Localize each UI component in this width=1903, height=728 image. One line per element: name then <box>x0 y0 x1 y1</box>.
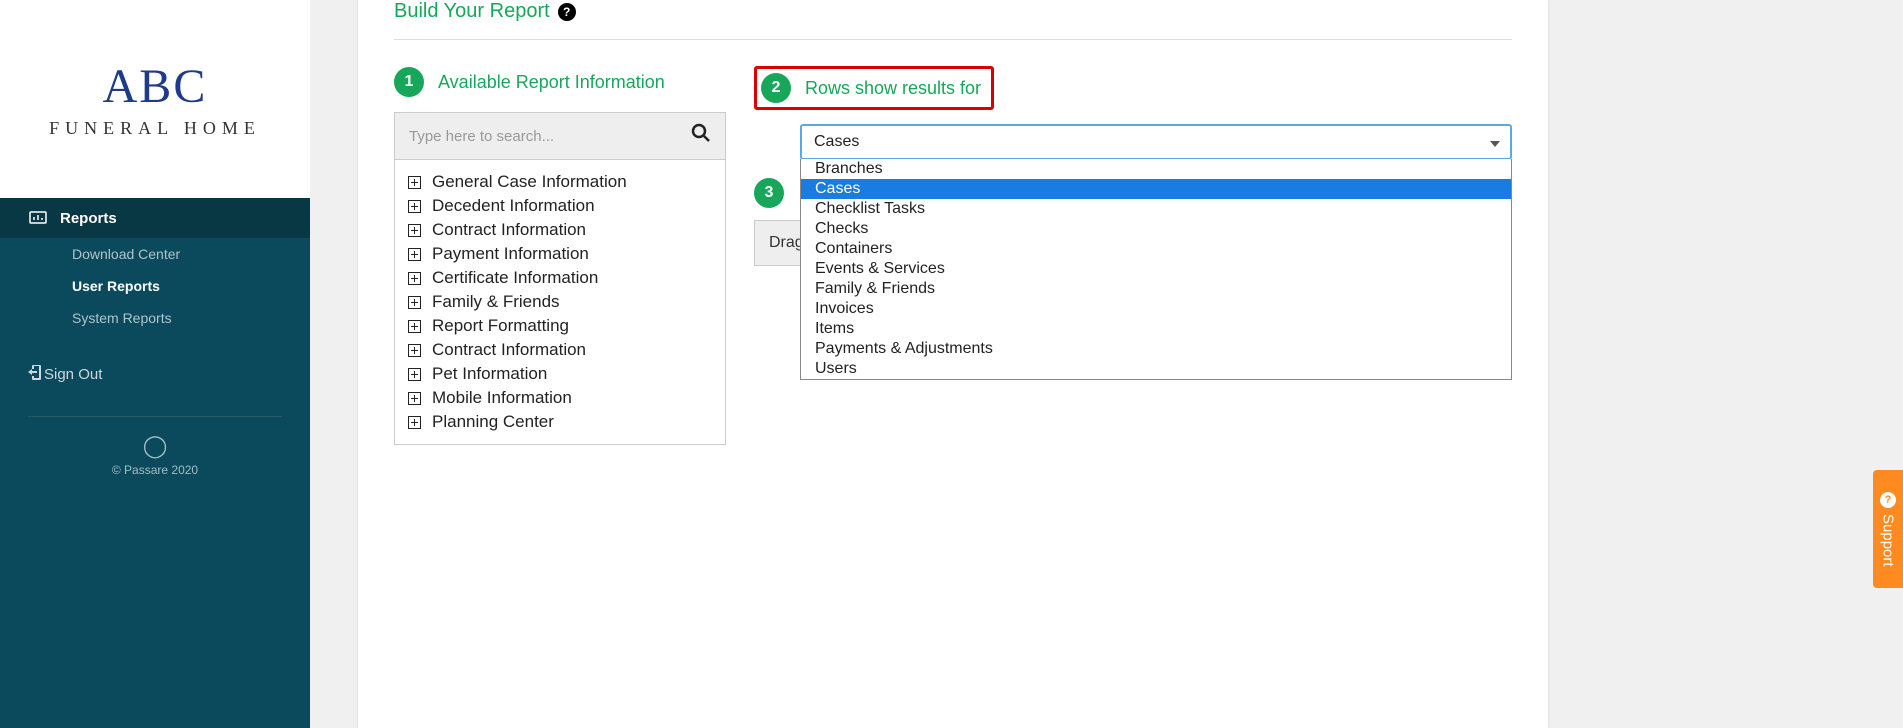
tree-item-label: Family & Friends <box>432 292 560 312</box>
step-2-badge: 2 <box>761 73 791 103</box>
search-icon[interactable] <box>691 123 711 149</box>
step-1-label: Available Report Information <box>438 72 665 93</box>
support-tab[interactable]: ? Support <box>1873 470 1903 588</box>
column-right: 2 Rows show results for Cases Branches C… <box>754 66 1512 266</box>
dropdown-option[interactable]: Events & Services <box>801 259 1511 279</box>
step-2-label: Rows show results for <box>805 78 981 99</box>
copyright: © Passare 2020 <box>0 463 310 477</box>
dropdown-option[interactable]: Containers <box>801 239 1511 259</box>
tree-item[interactable]: Planning Center <box>407 410 713 434</box>
logo: ABC FUNERAL HOME <box>0 0 310 198</box>
tree-item-label: General Case Information <box>432 172 627 192</box>
dropdown-option[interactable]: Items <box>801 319 1511 339</box>
tree-item-label: Mobile Information <box>432 388 572 408</box>
dropdown-option[interactable]: Invoices <box>801 299 1511 319</box>
expand-icon[interactable] <box>407 415 422 430</box>
report-tree: General Case Information Decedent Inform… <box>394 160 726 445</box>
dropdown-option[interactable]: Users <box>801 359 1511 379</box>
nav-download-center[interactable]: Download Center <box>0 238 310 270</box>
column-left: 1 Available Report Information General C… <box>394 66 726 445</box>
step-1-header: 1 Available Report Information <box>394 66 726 98</box>
step-2-highlight: 2 Rows show results for <box>754 66 994 110</box>
nav-reports[interactable]: Reports <box>0 198 310 238</box>
sign-out-icon <box>28 364 44 384</box>
tree-item[interactable]: Report Formatting <box>407 314 713 338</box>
footer: ◯ © Passare 2020 <box>0 433 310 477</box>
expand-icon[interactable] <box>407 175 422 190</box>
rows-select[interactable]: Cases <box>800 124 1512 160</box>
tree-item[interactable]: Family & Friends <box>407 290 713 314</box>
tree-item[interactable]: Pet Information <box>407 362 713 386</box>
page-title-row: Build Your Report ? <box>394 0 1512 39</box>
tree-item-label: Decedent Information <box>432 196 595 216</box>
expand-icon[interactable] <box>407 343 422 358</box>
rows-dropdown: Branches Cases Checklist Tasks Checks Co… <box>800 159 1512 380</box>
sign-out-label: Sign Out <box>44 366 102 383</box>
drag-label: Drag <box>769 234 804 252</box>
sidebar: ABC FUNERAL HOME Reports Download Center… <box>0 0 310 728</box>
tree-item[interactable]: Certificate Information <box>407 266 713 290</box>
tree-item[interactable]: Decedent Information <box>407 194 713 218</box>
tree-item[interactable]: General Case Information <box>407 170 713 194</box>
dropdown-option[interactable]: Branches <box>801 159 1511 179</box>
logo-text: ABC <box>103 59 208 114</box>
tree-item-label: Contract Information <box>432 220 586 240</box>
expand-icon[interactable] <box>407 295 422 310</box>
expand-icon[interactable] <box>407 391 422 406</box>
dropdown-option[interactable]: Checklist Tasks <box>801 199 1511 219</box>
expand-icon[interactable] <box>407 271 422 286</box>
dropdown-option[interactable]: Family & Friends <box>801 279 1511 299</box>
sign-out[interactable]: Sign Out <box>0 354 310 394</box>
tree-item[interactable]: Mobile Information <box>407 386 713 410</box>
dropdown-option[interactable]: Checks <box>801 219 1511 239</box>
tree-item-label: Contract Information <box>432 340 586 360</box>
tree-item-label: Planning Center <box>432 412 554 432</box>
step-3-badge: 3 <box>754 178 784 208</box>
nav-reports-label: Reports <box>60 210 117 227</box>
search-input[interactable] <box>409 128 691 145</box>
expand-icon[interactable] <box>407 223 422 238</box>
main-panel: Build Your Report ? 1 Available Report I… <box>358 0 1548 728</box>
expand-icon[interactable] <box>407 319 422 334</box>
tree-item-label: Pet Information <box>432 364 547 384</box>
title-divider <box>394 39 1512 40</box>
tree-item-label: Payment Information <box>432 244 589 264</box>
tree-item-label: Certificate Information <box>432 268 598 288</box>
tree-item[interactable]: Contract Information <box>407 338 713 362</box>
help-icon[interactable]: ? <box>558 3 576 21</box>
nav-system-reports[interactable]: System Reports <box>0 302 310 334</box>
dropdown-option[interactable]: Payments & Adjustments <box>801 339 1511 359</box>
logo-subtitle: FUNERAL HOME <box>49 118 261 139</box>
tree-item[interactable]: Contract Information <box>407 218 713 242</box>
rows-select-wrap: Cases Branches Cases Checklist Tasks Che… <box>800 124 1512 160</box>
divider <box>28 416 282 417</box>
support-icon: ? <box>1880 492 1896 508</box>
step-1-badge: 1 <box>394 67 424 97</box>
support-label: Support <box>1880 514 1897 567</box>
dropdown-option[interactable]: Cases <box>801 179 1511 199</box>
reports-icon <box>28 208 48 228</box>
expand-icon[interactable] <box>407 367 422 382</box>
tree-item[interactable]: Payment Information <box>407 242 713 266</box>
passare-logo-icon: ◯ <box>0 433 310 459</box>
rows-select-value: Cases <box>814 133 859 151</box>
expand-icon[interactable] <box>407 199 422 214</box>
expand-icon[interactable] <box>407 247 422 262</box>
nav-user-reports[interactable]: User Reports <box>0 270 310 302</box>
search-box[interactable] <box>394 112 726 160</box>
page-title: Build Your Report <box>394 0 550 23</box>
tree-item-label: Report Formatting <box>432 316 569 336</box>
